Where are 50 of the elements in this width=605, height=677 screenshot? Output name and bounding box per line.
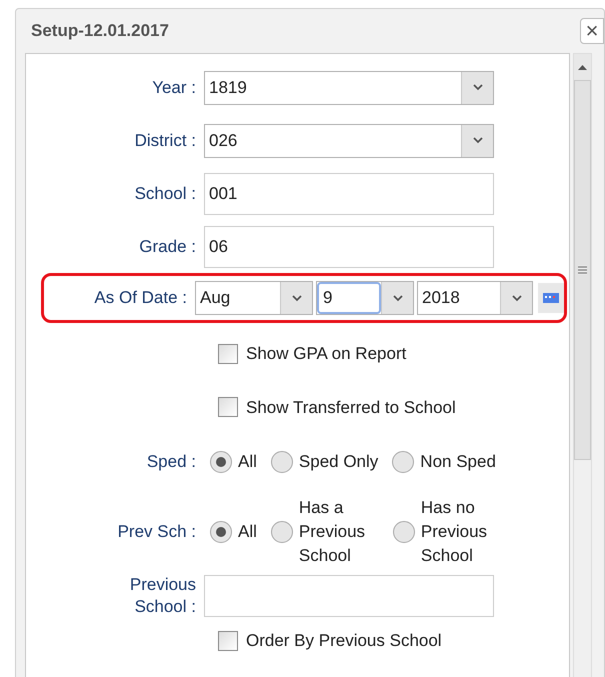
field-label: Prev Sch : [116, 521, 197, 543]
scroll-up-icon[interactable] [574, 54, 591, 80]
chevron-down-icon [512, 294, 522, 302]
checkbox[interactable] [218, 397, 238, 418]
radio-button[interactable] [210, 521, 232, 543]
field-label: School : [134, 182, 197, 204]
chevron-down-icon [292, 294, 302, 302]
radio-label: Has no Previous School [420, 497, 488, 567]
input-field[interactable] [204, 575, 494, 617]
dropdown[interactable]: 026 [204, 124, 494, 158]
radio-label: All [238, 521, 257, 543]
radio-button[interactable] [270, 521, 293, 543]
checkbox-label: Show Transferred to School [246, 396, 456, 418]
select-value: Aug [199, 287, 232, 310]
checkbox-label: Order By Previous School [246, 630, 442, 652]
chevron-down-icon [472, 137, 482, 144]
select-value: 9 [317, 282, 381, 314]
select-value: 026 [208, 130, 238, 152]
checkbox[interactable] [218, 630, 238, 651]
radio-button[interactable] [392, 521, 415, 543]
radio-label: All [238, 451, 257, 473]
window-title: Setup-12.01.2017 [31, 20, 169, 42]
field-label: District : [134, 130, 197, 152]
field-label: Grade : [138, 236, 197, 258]
field-label: As Of Date : [93, 287, 188, 309]
radio-button[interactable] [210, 451, 232, 473]
input-field[interactable]: 06 [204, 226, 494, 268]
select-value: 1819 [208, 76, 248, 99]
radio-label: Non Sped [420, 451, 496, 473]
month-dropdown[interactable]: Aug [195, 281, 313, 315]
checkbox-label: Show GPA on Report [246, 343, 406, 365]
input-field[interactable]: 001 [204, 172, 494, 214]
radio-button[interactable] [270, 451, 293, 473]
field-label: Previous School : [128, 574, 197, 618]
chevron-down-icon [472, 84, 482, 91]
calendar-icon[interactable] [538, 283, 564, 313]
radio-label: Sped Only [298, 451, 378, 473]
chevron-down-icon [392, 294, 402, 302]
dropdown[interactable]: 1819 [204, 70, 494, 104]
radio-button[interactable] [392, 451, 414, 473]
checkbox[interactable] [218, 344, 238, 364]
day-dropdown[interactable]: 9 [316, 281, 414, 315]
year-dropdown[interactable]: 2018 [417, 281, 533, 315]
select-value: 2018 [421, 287, 461, 310]
close-button[interactable]: × [580, 18, 604, 44]
scroll-thumb[interactable] [574, 80, 591, 460]
field-label: Year : [151, 76, 197, 98]
field-label: Sped : [146, 451, 197, 473]
scrollbar[interactable] [573, 53, 592, 677]
radio-label: Has a Previous School [298, 497, 366, 567]
